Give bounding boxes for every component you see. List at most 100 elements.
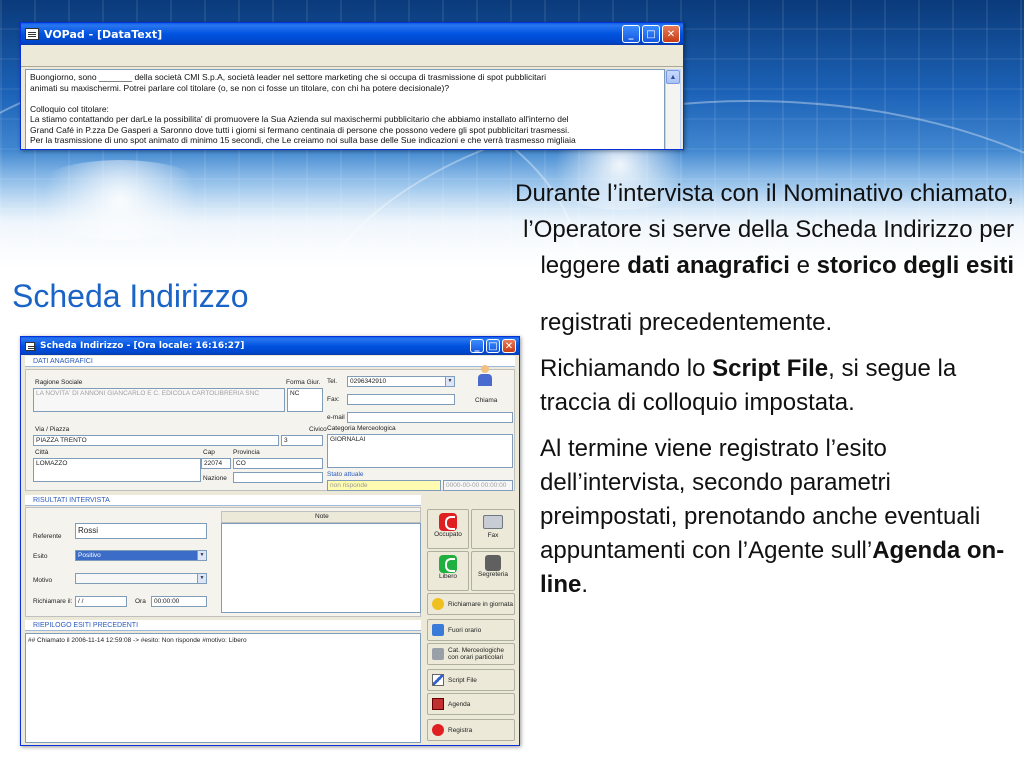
chevron-down-icon[interactable]: ▼ (445, 377, 454, 386)
clock-icon (432, 624, 444, 636)
script-line: animati su maxischermi. Potrei parlare c… (30, 82, 450, 93)
fax-label: Fax: (327, 396, 340, 403)
segreteria-button[interactable]: Segreteria (471, 551, 515, 591)
body-text: registrati precedentemente. Richiamando … (540, 306, 1010, 614)
scheda-titlebar[interactable]: Scheda Indirizzo - [Ora locale: 16:16:27… (21, 337, 519, 355)
scroll-up-icon[interactable]: ▲ (666, 70, 680, 84)
section-dati-anagrafici: DATI ANAGRAFICI (25, 356, 515, 367)
red-phone-icon (439, 513, 457, 531)
green-phone-icon (439, 555, 457, 573)
chevron-down-icon[interactable]: ▼ (197, 551, 206, 560)
emphasis-storico-esiti: storico degli esiti (816, 252, 1014, 279)
fax-icon (483, 515, 503, 529)
emphasis-dati-anagrafici: dati anagrafici (627, 252, 790, 279)
libero-button[interactable]: Libero (427, 551, 469, 591)
script-line (30, 93, 660, 104)
occupato-button[interactable]: Occupato (427, 509, 469, 549)
operator-icon[interactable] (477, 365, 493, 387)
tel-label: Tel. (327, 378, 338, 385)
scheda-title: Scheda Indirizzo - [Ora locale: 16:16:27… (40, 341, 245, 351)
motivo-select[interactable]: ▼ (75, 573, 207, 584)
intro-text: Durante l’intervista con il Nominativo c… (250, 176, 1014, 284)
book-icon (432, 698, 444, 710)
red-phone-icon (432, 724, 444, 736)
form-icon (25, 341, 36, 351)
scheda-indirizzo-window: Scheda Indirizzo - [Ora locale: 16:16:27… (20, 336, 520, 746)
section-riepilogo-esiti: RIEPILOGO ESITI PRECEDENTI (25, 620, 421, 631)
section-risultati-intervista: RISULTATI INTERVISTA (25, 495, 421, 506)
maximize-button[interactable]: □ (642, 25, 660, 43)
nazione-label: Nazione (203, 475, 227, 482)
provincia-label: Provincia (233, 449, 260, 456)
chiama-button[interactable]: Chiama (475, 397, 497, 404)
richiamare-giornata-button[interactable]: Richiamare in giornata (427, 593, 515, 615)
intro-line: l’Operatore si serve della Scheda Indiri… (523, 216, 1014, 243)
script-file-button[interactable]: Script File (427, 669, 515, 691)
script-line: Buongiorno, sono _______ della società C… (30, 72, 546, 82)
richiamare-date-field[interactable]: / / (75, 596, 127, 607)
registra-button[interactable]: Registra (427, 719, 515, 741)
provincia-field[interactable]: CO (233, 458, 323, 469)
riepilogo-list[interactable]: ## Chiamato il 2006-11-14 12:59:08 -> #e… (25, 633, 421, 743)
motivo-label: Motivo (33, 577, 53, 584)
civico-field[interactable]: 3 (281, 435, 323, 446)
minimize-button[interactable]: _ (470, 339, 484, 353)
referente-label: Referente (33, 533, 62, 540)
notepad-icon (25, 28, 39, 40)
emphasis-script-file: Script File (712, 355, 829, 382)
stato-date-field: 0000-00-00 00:00:00 (443, 480, 513, 491)
answering-machine-icon (485, 555, 501, 571)
agenda-button[interactable]: Agenda (427, 693, 515, 715)
vopad-window: VOPad - [DataText] _ □ ✕ Buongiorno, son… (20, 22, 684, 150)
ora-field[interactable]: 00:00:00 (151, 596, 207, 607)
via-field[interactable]: PIAZZA TRENTO (33, 435, 279, 446)
paragraph: registrati precedentemente. (540, 309, 833, 336)
citta-label: Città (35, 449, 49, 456)
esito-select[interactable]: Positivo ▼ (75, 550, 207, 561)
citta-field[interactable]: LOMAZZO (33, 458, 201, 482)
cap-field[interactable]: 22074 (201, 458, 231, 469)
paragraph: Al termine viene registrato l’esito dell… (540, 435, 1005, 598)
stato-label: Stato attuale (327, 471, 364, 478)
email-field[interactable] (347, 412, 513, 423)
minimize-button[interactable]: _ (622, 25, 640, 43)
categoria-label: Categoria Merceologica (327, 425, 396, 432)
close-button[interactable]: ✕ (662, 25, 680, 43)
referente-field[interactable]: Rossi (75, 523, 207, 539)
fuori-orario-button[interactable]: Fuori orario (427, 619, 515, 641)
forma-label: Forma Giur. (286, 379, 321, 386)
ragione-sociale-field[interactable]: LA NOVITA' DI ANNONI GIANCARLO E C. EDIC… (33, 388, 285, 412)
fax-field[interactable] (347, 394, 455, 405)
vopad-titlebar[interactable]: VOPad - [DataText] _ □ ✕ (21, 23, 683, 45)
vopad-toolbar (21, 45, 683, 67)
cat-merceologiche-button[interactable]: Cat. Merceologiche con orari particolari (427, 643, 515, 665)
esito-label: Esito (33, 553, 48, 560)
via-label: Via / Piazza (35, 426, 70, 433)
chevron-down-icon[interactable]: ▼ (197, 574, 206, 583)
forma-giur-field[interactable]: NC (287, 388, 323, 412)
phone-icon (432, 648, 444, 660)
pencil-icon (432, 674, 444, 686)
richiamare-label: Richiamare il: (33, 598, 73, 605)
ora-label: Ora (135, 598, 146, 605)
vertical-scrollbar[interactable]: ▲ (665, 69, 681, 149)
phone-icon (432, 598, 444, 610)
script-line: Per la trasmissione di uno spot animato … (30, 135, 576, 145)
list-item: ## Chiamato il 2006-11-14 12:59:08 -> #e… (28, 637, 247, 644)
categoria-list[interactable]: GIORNALAI (327, 434, 513, 468)
fax-button[interactable]: Fax (471, 509, 515, 549)
intro-line: leggere dati anagrafici e storico degli … (540, 252, 1014, 279)
close-button[interactable]: ✕ (502, 339, 516, 353)
script-textarea[interactable]: Buongiorno, sono _______ della società C… (25, 69, 665, 149)
nazione-field[interactable] (233, 472, 323, 483)
paragraph: Richiamando lo Script File, si segue la … (540, 355, 957, 416)
note-textarea[interactable] (221, 523, 421, 613)
email-label: e-mail (327, 414, 345, 421)
tel-field[interactable]: 0296342910 ▼ (347, 376, 455, 387)
script-line: La stiamo contattando per darLe la possi… (30, 114, 569, 124)
cap-label: Cap (203, 449, 215, 456)
slide-heading: Scheda Indirizzo (12, 278, 249, 314)
maximize-button[interactable]: □ (486, 339, 500, 353)
ragione-label: Ragione Sociale (35, 379, 83, 386)
script-line: Colloquio col titolare: (30, 103, 109, 114)
